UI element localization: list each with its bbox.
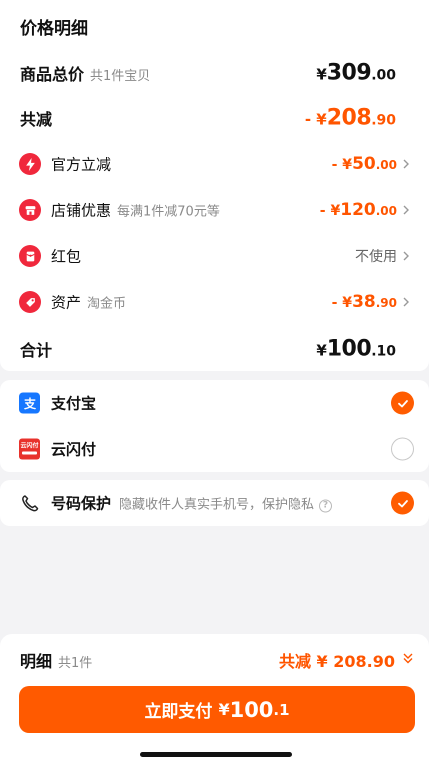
coin-tag-icon [19,291,41,313]
check-icon [397,499,408,507]
total-reduce-amount: - ¥208.90 [304,105,396,131]
shop-icon [19,199,41,221]
double-chevron-down-icon[interactable] [401,651,415,665]
price-detail-title: 价格明细 [20,19,88,39]
footer-item-count: 共1件 [58,656,93,671]
red-envelope-icon [19,245,41,267]
red-envelope-row[interactable]: 红包 不使用 [0,241,429,271]
assets-row[interactable]: 资产 淘金币 - ¥38.90 [0,287,429,317]
goods-total-row: 商品总价 共1件宝贝 ¥309.00 [0,58,429,88]
assets-amount: - ¥38.90 [331,292,397,312]
shop-discount-amount: - ¥120.00 [319,200,397,220]
official-discount-row[interactable]: 官方立减 - ¥50.00 [0,149,429,179]
lightning-icon [19,153,41,175]
shop-discount-row[interactable]: 店铺优惠 每满1件减70元等 - ¥120.00 [0,195,429,225]
phone-icon [19,493,40,514]
unionpay-cloud-icon: 云闪付 [19,438,40,460]
payment-methods-card: 支 支付宝 云闪付 云闪付 [0,380,429,472]
chevron-right-icon [403,205,409,215]
svg-text:支: 支 [23,396,37,410]
assets-detail: 淘金币 [87,296,127,312]
unionpay-checkbox[interactable] [391,437,414,461]
alipay-checkbox[interactable] [391,391,414,415]
checkout-footer: 明细 共1件 共减 ¥ 208.90 立即支付 ¥100.1 [0,634,429,761]
unionpay-label: 云闪付 [51,440,97,459]
number-protection-row[interactable]: 号码保护 隐藏收件人真实手机号，保护隐私? [0,480,429,526]
number-protection-label: 号码保护 [51,494,112,513]
sum-row: 合计 ¥100.10 [0,334,429,364]
sum-label: 合计 [20,341,53,360]
help-icon[interactable]: ? [319,499,333,513]
goods-count: 共1件宝贝 [90,69,151,84]
total-reduce-label: 共减 [20,110,53,129]
check-icon [397,399,408,407]
assets-label: 资产 [51,293,82,312]
shop-discount-label: 店铺优惠 [51,201,112,220]
number-protection-card: 号码保护 隐藏收件人真实手机号，保护隐私? [0,480,429,526]
official-discount-amount: - ¥50.00 [331,154,397,174]
chevron-right-icon [403,159,409,169]
sum-amount: ¥100.10 [316,336,396,362]
payment-method-alipay[interactable]: 支 支付宝 [0,380,429,426]
pay-now-button[interactable]: 立即支付 ¥100.1 [19,686,415,733]
red-envelope-status: 不使用 [355,249,397,265]
payment-method-unionpay[interactable]: 云闪付 云闪付 [0,426,429,472]
goods-total-amount: ¥309.00 [316,60,396,86]
number-protection-checkbox[interactable] [391,491,414,515]
footer-total-reduce[interactable]: 共减 ¥ 208.90 [279,648,395,672]
shop-discount-detail: 每满1件减70元等 [117,204,220,220]
total-reduce-row: 共减 - ¥208.90 [0,103,429,133]
goods-total-label: 商品总价 [20,65,85,84]
chevron-right-icon [403,297,409,307]
alipay-label: 支付宝 [51,394,97,413]
red-envelope-label: 红包 [51,247,82,266]
chevron-right-icon [403,251,409,261]
alipay-icon: 支 [19,392,40,414]
footer-detail-label: 明细 [20,652,53,671]
official-discount-label: 官方立减 [51,155,112,174]
home-indicator [140,752,292,757]
price-detail-card: 价格明细 商品总价 共1件宝贝 ¥309.00 共减 - ¥208.90 官方立减… [0,0,429,371]
number-protection-desc: 隐藏收件人真实手机号，保护隐私 [119,497,315,513]
